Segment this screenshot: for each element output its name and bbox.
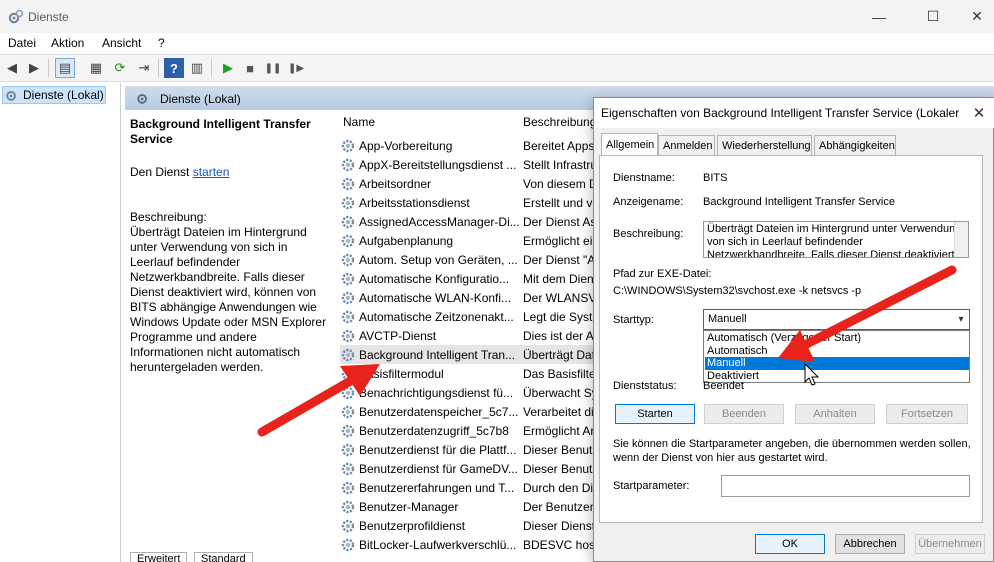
mouse-cursor-icon [804, 362, 820, 386]
annotation-overlay [257, 265, 957, 437]
red-arrows [257, 265, 957, 437]
arrow-shaft-right [790, 265, 957, 355]
services-window: Dienste — ☐ ✕ Datei Aktion Ansicht ? ◀ ▶… [0, 0, 994, 562]
